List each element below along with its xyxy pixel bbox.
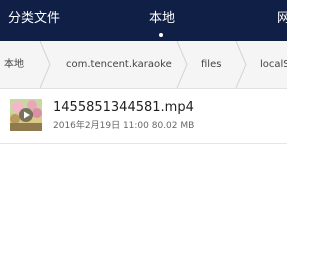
chevron-right-icon [39, 41, 51, 88]
breadcrumb: 本地 com.tencent.karaoke files localS [0, 41, 287, 89]
list-item[interactable]: 1455851344581.mp4 2016年2月19日 11:00 80.02… [0, 89, 287, 144]
tab-network[interactable]: 网 [277, 10, 287, 28]
breadcrumb-item-local-storage[interactable]: localS [260, 41, 287, 88]
tab-local[interactable]: 本地 [149, 10, 175, 28]
chevron-right-icon [235, 41, 247, 88]
file-meta: 2016年2月19日 11:00 80.02 MB [53, 121, 195, 131]
breadcrumb-item-package[interactable]: com.tencent.karaoke [66, 41, 172, 88]
top-tab-bar: 分类文件 本地 网 [0, 0, 287, 41]
chevron-right-icon [176, 41, 188, 88]
breadcrumb-item-local[interactable]: 本地 [4, 41, 24, 88]
file-name: 1455851344581.mp4 [53, 100, 194, 115]
video-thumbnail-icon [10, 99, 42, 131]
tab-categorized-files[interactable]: 分类文件 [8, 10, 60, 28]
active-tab-indicator [159, 33, 163, 37]
file-browser-screen: 分类文件 本地 网 本地 com.tencent.karaoke files l… [0, 0, 287, 273]
breadcrumb-item-files[interactable]: files [201, 41, 221, 88]
